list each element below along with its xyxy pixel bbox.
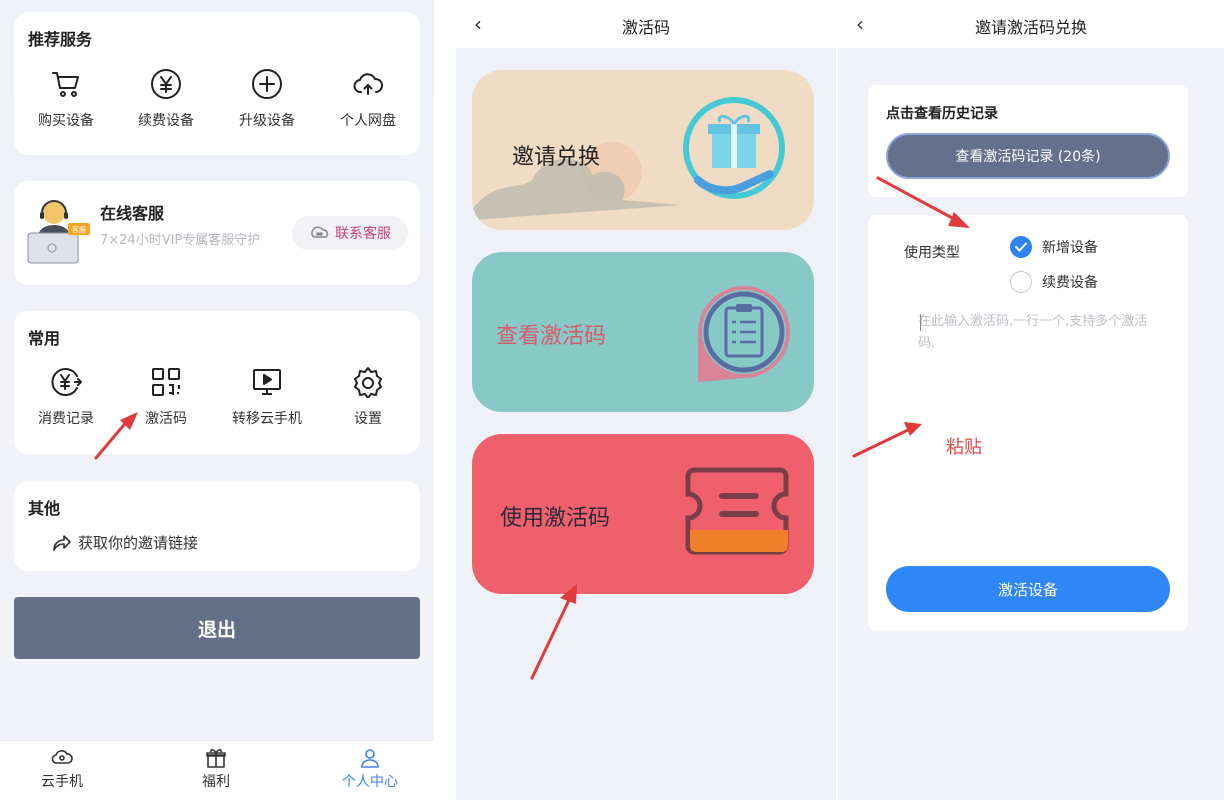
- online-support-card: 客服 在线客服 7×24小时VIP专属客服守护 联系客服: [14, 181, 420, 285]
- upgrade-device-button[interactable]: 升级设备: [217, 68, 317, 130]
- consumption-record-label: 消费记录: [38, 411, 94, 427]
- usage-type-label: 使用类型: [904, 245, 960, 261]
- tab-personal-center[interactable]: 个人中心: [310, 747, 430, 791]
- personal-drive-button[interactable]: 个人网盘: [318, 68, 418, 130]
- transfer-cloud-phone-button[interactable]: 转移云手机: [217, 366, 317, 428]
- consumption-record-button[interactable]: 消费记录: [16, 366, 116, 428]
- gift-icon: [206, 749, 226, 768]
- support-agent-icon: 客服: [27, 200, 90, 264]
- activation-code-input[interactable]: [918, 311, 1158, 371]
- contact-support-label: 联系客服: [335, 226, 391, 242]
- chat-bubble-icon: [311, 226, 329, 238]
- settings-button[interactable]: 设置: [318, 366, 418, 428]
- qr-code-icon: [152, 368, 180, 396]
- invite-link-label: 获取你的邀请链接: [78, 534, 199, 552]
- radio-label: 新增设备: [1042, 240, 1098, 256]
- clipboard-icon: [698, 286, 790, 382]
- radio-label: 续费设备: [1042, 275, 1098, 291]
- support-description: 7×24小时VIP专属客服守护: [100, 233, 261, 248]
- view-history-button[interactable]: 查看激活码记录 (20条): [886, 133, 1170, 179]
- yen-circle-icon: [151, 69, 181, 99]
- activation-panel: ‹ 激活码 邀请兑换 查看激活码 使用激活码: [456, 0, 836, 800]
- checkmark-icon: [1010, 236, 1032, 258]
- radio-renew-device[interactable]: 续费设备: [1010, 271, 1098, 293]
- personal-drive-label: 个人网盘: [340, 113, 396, 129]
- plus-circle-icon: [252, 69, 282, 99]
- monitor-play-icon: [253, 369, 281, 395]
- support-title: 在线客服: [100, 204, 165, 223]
- contact-support-button[interactable]: 联系客服: [292, 216, 408, 250]
- use-code-card[interactable]: 使用激活码: [472, 434, 814, 594]
- tab-cloud-phone[interactable]: 云手机: [2, 747, 122, 791]
- renew-device-label: 续费设备: [138, 113, 194, 129]
- history-title[interactable]: 点击查看历史记录: [886, 103, 998, 123]
- activation-code-button[interactable]: 激活码: [116, 366, 216, 428]
- radio-circle-icon: [1010, 271, 1032, 293]
- support-badge: 客服: [72, 225, 86, 234]
- tab-label: 福利: [202, 774, 230, 790]
- ticket-icon: [685, 467, 789, 555]
- renew-device-button[interactable]: 续费设备: [116, 68, 216, 130]
- profile-panel: 推荐服务 购买设备 续费设备 升级设备 个人网盘 客服 在线客服 7×24小时V…: [0, 0, 434, 800]
- page-title: 激活码: [621, 18, 670, 37]
- section-title: 常用: [28, 329, 61, 348]
- tab-label: 个人中心: [342, 774, 398, 790]
- redeem-panel: ‹ 邀请激活码兑换 点击查看历史记录 查看激活码记录 (20条) 使用类型 新增…: [838, 0, 1224, 800]
- person-icon: [361, 749, 379, 768]
- section-title: 其他: [28, 499, 61, 518]
- nav-bar: ‹ 激活码: [456, 0, 836, 48]
- invite-exchange-card[interactable]: 邀请兑换: [472, 70, 814, 230]
- common-card: 常用 消费记录 激活码 转移云手机 设置: [14, 311, 420, 454]
- buy-device-label: 购买设备: [38, 113, 94, 129]
- yen-arrow-icon: [51, 368, 82, 396]
- other-card: 其他: [14, 481, 420, 571]
- paste-annotation: 粘贴: [946, 437, 982, 458]
- recommended-services-card: 推荐服务 购买设备 续费设备 升级设备 个人网盘: [14, 12, 420, 155]
- cart-icon: [52, 72, 79, 97]
- transfer-cloud-phone-label: 转移云手机: [232, 411, 302, 427]
- tab-welfare[interactable]: 福利: [156, 747, 276, 791]
- activate-device-button[interactable]: 激活设备: [886, 566, 1170, 612]
- nav-bar: ‹ 邀请激活码兑换: [838, 0, 1224, 48]
- tab-label: 云手机: [41, 774, 83, 790]
- bottom-tab-bar: 云手机 福利 个人中心: [0, 740, 434, 800]
- buy-device-button[interactable]: 购买设备: [16, 68, 116, 130]
- radio-new-device[interactable]: 新增设备: [1010, 236, 1098, 258]
- invite-exchange-label: 邀请兑换: [512, 145, 601, 170]
- gift-hand-icon: [683, 97, 785, 199]
- redeem-form-card: 使用类型 新增设备 续费设备 粘贴 激活设备: [868, 215, 1188, 631]
- invite-link-button[interactable]: 获取你的邀请链接: [52, 532, 198, 553]
- cloud-phone-icon: [51, 750, 73, 764]
- activation-code-label: 激活码: [145, 411, 187, 427]
- page-title: 邀请激活码兑换: [974, 18, 1087, 37]
- share-arrow-icon: [53, 534, 71, 551]
- view-codes-card[interactable]: 查看激活码: [472, 252, 814, 412]
- view-codes-label: 查看激活码: [496, 324, 607, 349]
- section-title: 推荐服务: [28, 30, 93, 49]
- gear-icon: [354, 367, 382, 398]
- settings-label: 设置: [354, 411, 382, 427]
- upgrade-device-label: 升级设备: [239, 113, 295, 129]
- logout-button[interactable]: 退出: [14, 597, 420, 659]
- cloud-upload-icon: [353, 73, 383, 95]
- history-card: 点击查看历史记录 查看激活码记录 (20条): [868, 85, 1188, 197]
- text-cursor: [920, 314, 921, 331]
- use-code-label: 使用激活码: [500, 506, 611, 531]
